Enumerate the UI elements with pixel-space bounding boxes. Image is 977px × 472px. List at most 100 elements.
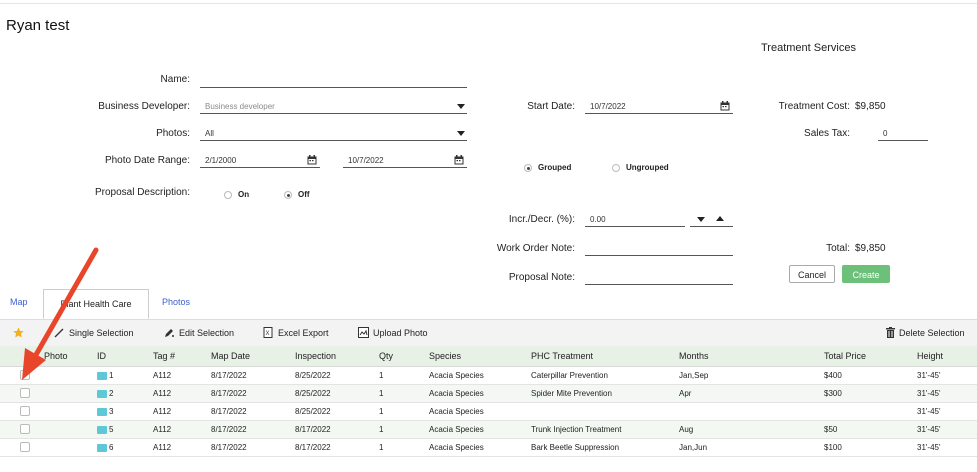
total-price-cell: $50 — [820, 420, 913, 439]
treatment-cost-label: Treatment Cost: — [778, 101, 850, 112]
tag-cell: A112 — [149, 420, 207, 439]
id-color-swatch — [97, 425, 107, 434]
column-header-id[interactable]: ID — [93, 346, 149, 367]
grouped-radio[interactable]: Grouped — [524, 159, 571, 177]
proposal-description-on-radio[interactable]: On — [224, 186, 249, 204]
height-cell: 31'-45' — [913, 438, 977, 457]
tab-plant-health-care[interactable]: Plant Health Care — [43, 289, 149, 319]
name-input[interactable] — [200, 74, 467, 88]
proposal-note-input[interactable] — [585, 271, 733, 285]
start-date-input[interactable]: 10/7/2022 — [585, 100, 733, 114]
column-header-tag[interactable]: Tag # — [149, 346, 207, 367]
work-order-note-input[interactable] — [585, 242, 733, 256]
cancel-button[interactable]: Cancel — [789, 265, 835, 283]
ungrouped-radio[interactable]: Ungrouped — [612, 159, 669, 177]
height-cell: 31'-45' — [913, 366, 977, 385]
tab-map[interactable]: Map — [10, 297, 28, 307]
select-column-header[interactable] — [0, 346, 40, 367]
radio-off-label: Off — [298, 190, 310, 200]
id-cell: 1 — [109, 371, 114, 380]
radio-icon — [224, 190, 232, 199]
column-header-phc-treatment[interactable]: PHC Treatment — [527, 346, 675, 367]
ungrouped-label: Ungrouped — [626, 163, 669, 173]
calendar-icon[interactable] — [454, 155, 464, 165]
calendar-icon[interactable] — [720, 101, 730, 111]
incr-decr-input[interactable]: 0.00 — [585, 213, 685, 227]
proposal-description-label: Proposal Description: — [94, 187, 190, 198]
id-cell: 5 — [109, 425, 114, 434]
delete-selection-button[interactable]: Delete Selection — [899, 328, 965, 338]
inspection-cell: 8/25/2022 — [291, 366, 375, 385]
star-icon[interactable] — [13, 327, 24, 338]
table-row[interactable]: 3 A112 8/17/2022 8/25/2022 1 Acacia Spec… — [0, 402, 977, 421]
upload-photo-icon — [358, 327, 369, 338]
tag-cell: A112 — [149, 384, 207, 403]
tag-cell: A112 — [149, 402, 207, 421]
table-row[interactable]: 6 A112 8/17/2022 8/17/2022 1 Acacia Spec… — [0, 438, 977, 457]
row-checkbox[interactable] — [20, 405, 30, 416]
column-header-qty[interactable]: Qty — [375, 346, 425, 367]
sales-tax-value: 0 — [883, 129, 888, 138]
proposal-description-off-radio[interactable]: Off — [284, 186, 310, 204]
species-cell: Acacia Species — [425, 384, 527, 403]
page-title: Ryan test — [6, 17, 70, 34]
photo-cell — [40, 438, 93, 457]
column-header-total-price[interactable]: Total Price — [820, 346, 913, 367]
incr-decr-stepper[interactable] — [690, 213, 733, 227]
tab-photos[interactable]: Photos — [162, 297, 190, 307]
business-developer-select[interactable]: Business developer — [200, 100, 467, 114]
row-checkbox[interactable] — [20, 423, 30, 434]
row-checkbox[interactable] — [20, 387, 30, 398]
excel-icon: X — [263, 327, 273, 338]
single-selection-button[interactable]: Single Selection — [69, 328, 134, 338]
map-date-cell: 8/17/2022 — [207, 420, 291, 439]
column-header-species[interactable]: Species — [425, 346, 527, 367]
start-date-value: 10/7/2022 — [590, 102, 626, 111]
chevron-down-icon[interactable] — [697, 217, 705, 222]
map-date-cell: 8/17/2022 — [207, 438, 291, 457]
row-checkbox[interactable] — [20, 441, 30, 452]
photo-cell — [40, 420, 93, 439]
excel-export-button[interactable]: Excel Export — [278, 328, 329, 338]
id-color-swatch — [97, 407, 107, 416]
create-button[interactable]: Create — [842, 265, 890, 283]
column-header-inspection[interactable]: Inspection — [291, 346, 375, 367]
column-header-months[interactable]: Months — [675, 346, 820, 367]
qty-cell: 1 — [375, 402, 425, 421]
proposal-note-label: Proposal Note: — [508, 272, 575, 283]
table-row[interactable]: 1 A112 8/17/2022 8/25/2022 1 Acacia Spec… — [0, 366, 977, 385]
sales-tax-input[interactable]: 0 — [878, 127, 928, 141]
photo-cell — [40, 366, 93, 385]
grouped-label: Grouped — [538, 163, 572, 173]
column-header-map-date[interactable]: Map Date — [207, 346, 291, 367]
calendar-icon[interactable] — [307, 155, 317, 165]
column-header-photo[interactable]: Photo — [40, 346, 93, 367]
upload-photo-button[interactable]: Upload Photo — [373, 328, 428, 338]
phc-treatment-cell: Spider Mite Prevention — [527, 384, 675, 403]
row-checkbox[interactable] — [20, 369, 30, 380]
chevron-up-icon[interactable] — [716, 216, 724, 221]
id-cell: 6 — [109, 443, 114, 452]
id-color-swatch — [97, 371, 107, 380]
months-cell: Jan,Sep — [675, 366, 820, 385]
table-header-row: Photo ID Tag # Map Date Inspection Qty S… — [0, 346, 977, 367]
photos-select[interactable]: All — [200, 127, 467, 141]
table-row[interactable]: 5 A112 8/17/2022 8/17/2022 1 Acacia Spec… — [0, 420, 977, 439]
pencil-icon — [54, 328, 64, 338]
phc-table: Photo ID Tag # Map Date Inspection Qty S… — [0, 346, 977, 457]
photo-date-to-input[interactable]: 10/7/2022 — [343, 154, 467, 168]
total-price-cell: $100 — [820, 438, 913, 457]
edit-selection-button[interactable]: Edit Selection — [179, 328, 234, 338]
table-row[interactable]: 2 A112 8/17/2022 8/25/2022 1 Acacia Spec… — [0, 384, 977, 403]
photo-date-from-input[interactable]: 2/1/2000 — [200, 154, 320, 168]
months-cell: Aug — [675, 420, 820, 439]
column-header-height[interactable]: Height — [913, 346, 977, 367]
phc-treatment-cell: Bark Beetle Suppression — [527, 438, 675, 457]
inspection-cell: 8/17/2022 — [291, 438, 375, 457]
months-cell: Apr — [675, 384, 820, 403]
photo-date-to-value: 10/7/2022 — [348, 156, 384, 165]
species-cell: Acacia Species — [425, 366, 527, 385]
months-cell: Jan,Jun — [675, 438, 820, 457]
map-date-cell: 8/17/2022 — [207, 366, 291, 385]
photos-label: Photos: — [156, 128, 190, 139]
